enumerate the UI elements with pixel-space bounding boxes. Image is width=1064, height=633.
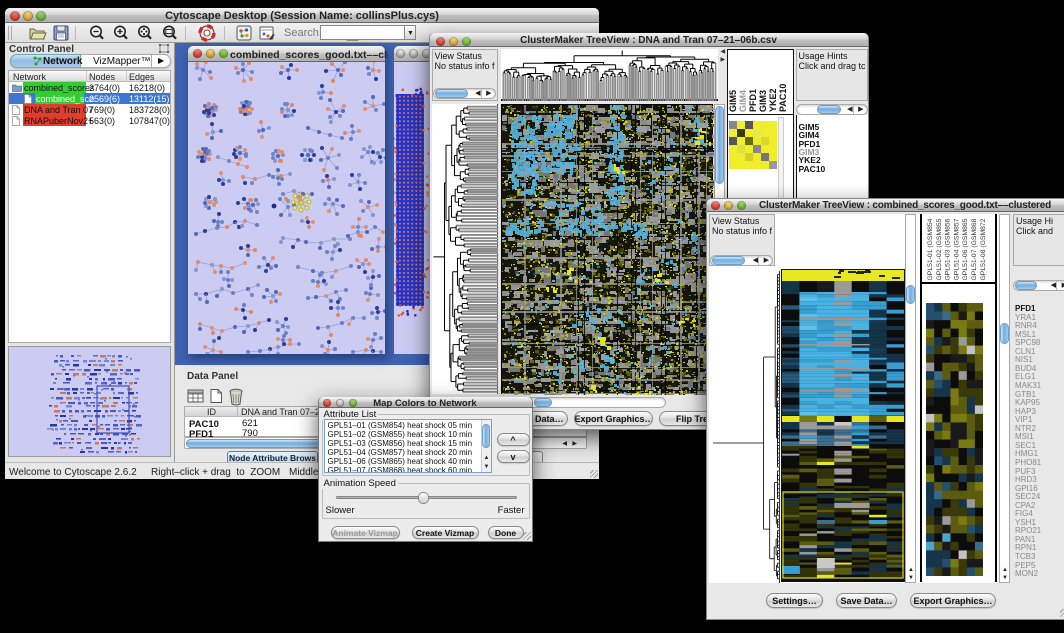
- svg-text:GPL51-01 (GSM854: GPL51-01 (GSM854: [927, 218, 934, 280]
- svg-text:GIM3: GIM3: [758, 90, 768, 112]
- svg-text:GIM4: GIM4: [738, 90, 748, 112]
- svg-text:YKE2: YKE2: [768, 88, 778, 112]
- svg-text:GPL51-03 (GSM856: GPL51-03 (GSM856: [945, 218, 952, 280]
- svg-text:GPL51-04 (GSM857: GPL51-04 (GSM857: [953, 218, 960, 280]
- svg-text:PAC10: PAC10: [778, 84, 788, 112]
- svg-text:GPL51-08 (GSM872: GPL51-08 (GSM872: [980, 218, 987, 280]
- svg-text:GIM5: GIM5: [728, 90, 738, 112]
- svg-text:GPL51-06 (GSM865: GPL51-06 (GSM865: [962, 218, 969, 280]
- svg-text:PFD1: PFD1: [748, 89, 758, 112]
- svg-text:GPL51-07 (GSM868: GPL51-07 (GSM868: [971, 218, 978, 280]
- svg-text:GPL51-02 (GSM855: GPL51-02 (GSM855: [936, 218, 943, 280]
